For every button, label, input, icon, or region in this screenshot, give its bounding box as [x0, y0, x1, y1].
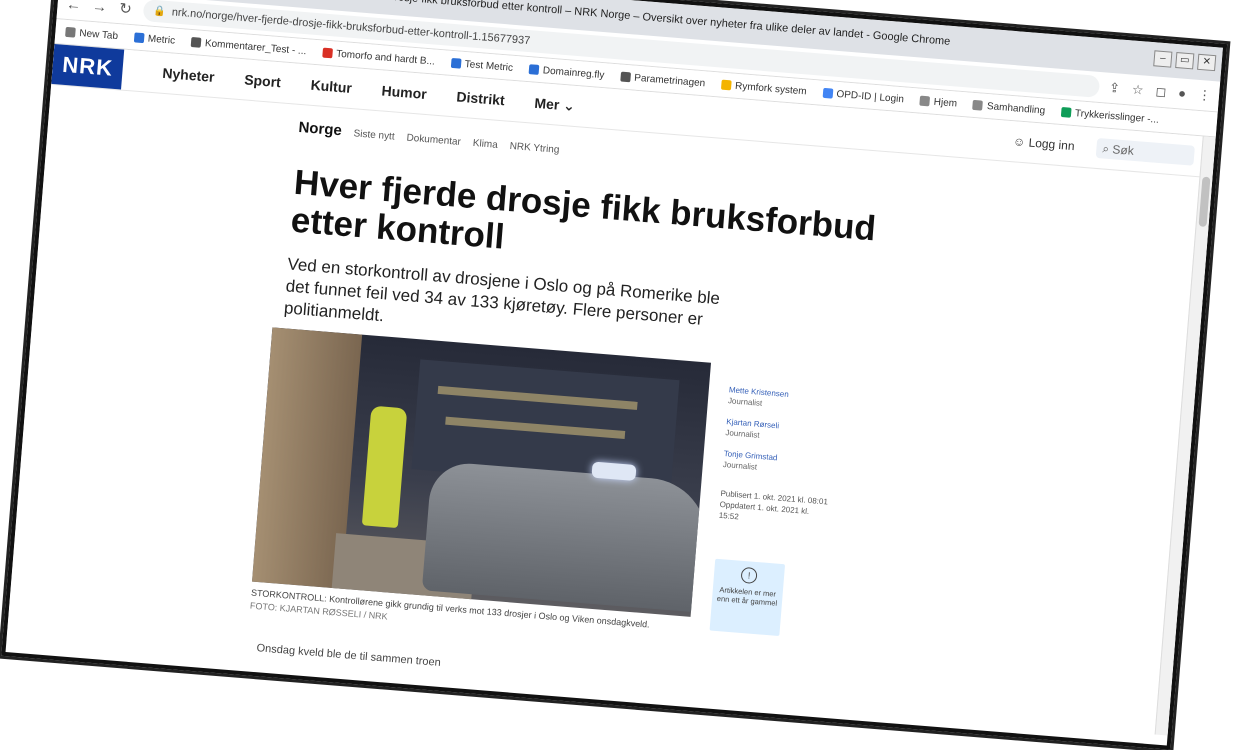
age-notice-text: Artikkelen er mer enn ett år gammel: [716, 585, 778, 608]
subnav-item[interactable]: Klima: [472, 138, 498, 151]
photo-taxi-sign: [591, 461, 637, 482]
section-title[interactable]: Norge: [298, 119, 343, 139]
bookmark-icon: [321, 47, 333, 59]
bookmark-item[interactable]: Rymfork system: [720, 79, 807, 97]
publish-dates: Publisert 1. okt. 2021 kl. 08:01 Oppdate…: [718, 488, 830, 530]
age-notice: ! Artikkelen er mer enn ett år gammel: [709, 558, 786, 637]
back-icon[interactable]: ←: [65, 0, 82, 14]
minimize-button[interactable]: –: [1153, 50, 1173, 68]
bookmark-icon: [65, 26, 76, 38]
bookmark-icon: [528, 64, 540, 75]
bookmark-icon: [972, 99, 984, 111]
profile-icon[interactable]: ●: [1178, 85, 1187, 102]
lock-icon[interactable]: 🔒: [153, 5, 166, 17]
author[interactable]: Kjartan Rørseli Journalist: [725, 416, 836, 447]
bylines: Mette Kristensen Journalist Kjartan Rørs…: [718, 384, 839, 529]
header-actions: ☺ Logg inn ⌕ Søk: [1012, 131, 1215, 167]
search-input[interactable]: ⌕ Søk: [1095, 137, 1195, 166]
maximize-button[interactable]: ▭: [1175, 52, 1195, 70]
web-page: NRK Nyheter Sport Kultur Humor Distrikt …: [6, 44, 1216, 736]
photo-taxi: [421, 460, 712, 613]
user-icon: ☺: [1012, 134, 1026, 150]
bookmark-icon: [619, 71, 631, 83]
author[interactable]: Mette Kristensen Journalist: [728, 384, 839, 415]
subnav-item[interactable]: NRK Ytring: [509, 141, 560, 156]
nrk-logo[interactable]: NRK: [51, 44, 125, 90]
bookmark-item[interactable]: OPD-ID | Login: [822, 87, 904, 105]
bookmark-item[interactable]: Trykkerisslinger -...: [1060, 106, 1159, 125]
bookmark-icon: [450, 57, 462, 69]
bookmark-icon: [822, 87, 833, 99]
extensions-icon[interactable]: ◻: [1155, 84, 1167, 101]
nav-nyheter[interactable]: Nyheter: [162, 64, 215, 85]
forward-icon[interactable]: →: [91, 0, 108, 16]
reload-icon[interactable]: ↻: [117, 0, 134, 18]
bookmark-icon: [919, 95, 931, 107]
bookmark-item[interactable]: New Tab: [65, 26, 118, 42]
nav-humor[interactable]: Humor: [381, 82, 427, 103]
star-icon[interactable]: ☆: [1131, 82, 1144, 99]
nav-distrikt[interactable]: Distrikt: [456, 88, 505, 109]
bookmark-icon: [720, 79, 732, 91]
bookmark-item[interactable]: Metric: [133, 32, 176, 46]
share-icon[interactable]: ⇪: [1108, 80, 1121, 97]
page-scrollbar[interactable]: [1154, 136, 1216, 736]
photo-inspector: [361, 405, 408, 529]
bookmark-item[interactable]: Hjem: [919, 95, 957, 109]
bookmark-icon: [133, 32, 145, 44]
close-button[interactable]: ✕: [1197, 53, 1217, 72]
browser-window: Hver fjerde drosje fikk bruksforbud ette…: [1, 0, 1228, 750]
scrollbar-thumb[interactable]: [1198, 176, 1211, 227]
bookmark-item[interactable]: Test Metric: [450, 57, 513, 73]
nav-mer[interactable]: Mer ⌄: [534, 94, 576, 114]
menu-icon[interactable]: ⋮: [1197, 87, 1211, 104]
bookmark-icon: [1060, 106, 1072, 118]
subnav-item[interactable]: Dokumentar: [406, 133, 461, 148]
author[interactable]: Tonje Grimstad Journalist: [722, 448, 833, 479]
info-icon: !: [740, 566, 758, 585]
bookmark-item[interactable]: Samhandling: [972, 99, 1046, 116]
nav-sport[interactable]: Sport: [244, 71, 282, 91]
article-body: Onsdag kveld ble de til sammen troen: [256, 642, 442, 669]
window-controls: – ▭ ✕: [1153, 50, 1217, 72]
subnav-item[interactable]: Siste nytt: [353, 128, 395, 142]
toolbar-actions: ⇪ ☆ ◻ ● ⋮: [1108, 80, 1212, 104]
bookmark-item[interactable]: Kommentarer_Test - ...: [190, 36, 307, 57]
bookmark-item[interactable]: Domainreg.fly: [528, 64, 605, 81]
nav-kultur[interactable]: Kultur: [310, 76, 352, 96]
search-icon: ⌕: [1101, 140, 1110, 156]
bookmark-icon: [190, 36, 202, 48]
bookmark-item[interactable]: Parametrinagen: [619, 71, 706, 89]
login-link[interactable]: ☺ Logg inn: [1013, 134, 1076, 153]
article-photo[interactable]: [251, 327, 712, 617]
bookmark-item[interactable]: Tomorfo and hardt B...: [321, 47, 435, 67]
